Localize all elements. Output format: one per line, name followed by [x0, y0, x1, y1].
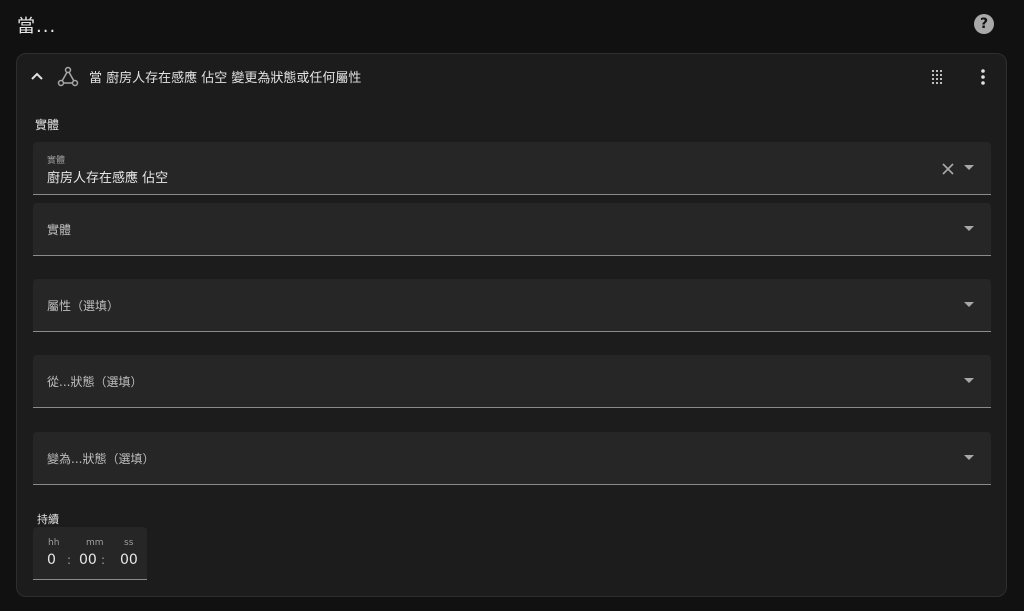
seconds-unit-label: ss [124, 538, 134, 548]
clear-icon[interactable] [941, 162, 955, 176]
entity-select-label: 實體 [47, 156, 66, 166]
dropdown-arrow-icon[interactable] [964, 455, 974, 460]
seconds-input[interactable]: 00 [120, 552, 138, 568]
time-separator: : [67, 553, 72, 567]
more-vertical-icon[interactable] [975, 68, 991, 86]
to-state-placeholder: 變為...狀態（選填） [47, 452, 155, 466]
time-separator: : [101, 553, 106, 567]
page-header: 當... ? [0, 0, 1024, 50]
minutes-unit-label: mm [86, 538, 104, 548]
from-state-select[interactable]: 從...狀態（選填） [33, 355, 991, 408]
entity-select[interactable]: 實體 廚房人存在感應 佔空 [33, 142, 991, 195]
dropdown-arrow-icon[interactable] [964, 226, 974, 231]
trigger-title: 當 廚房人存在感應 佔空 變更為狀態或任何屬性 [89, 71, 362, 86]
trigger-card: 當 廚房人存在感應 佔空 變更為狀態或任何屬性 實體 實體 廚房人存在感應 佔空… [16, 53, 1007, 597]
chevron-up-icon[interactable] [29, 68, 45, 84]
drag-handle-icon[interactable] [929, 68, 945, 84]
attribute-select[interactable]: 屬性（選填） [33, 279, 991, 332]
page-title: 當... [17, 16, 57, 37]
add-entity-select[interactable]: 實體 [33, 203, 991, 256]
minutes-input[interactable]: 00 [79, 552, 97, 568]
dropdown-arrow-icon[interactable] [964, 302, 974, 307]
duration-input[interactable]: hh mm ss 0 : 00 : 00 [33, 527, 147, 580]
attribute-placeholder: 屬性（選填） [47, 299, 120, 313]
duration-label: 持續 [37, 513, 59, 526]
state-trigger-icon [57, 66, 79, 87]
from-state-placeholder: 從...狀態（選填） [47, 375, 143, 389]
to-state-select[interactable]: 變為...狀態（選填） [33, 432, 991, 485]
dropdown-arrow-icon[interactable] [964, 378, 974, 383]
add-entity-placeholder: 實體 [47, 223, 72, 237]
trigger-card-header[interactable]: 當 廚房人存在感應 佔空 變更為狀態或任何屬性 [17, 54, 1006, 100]
entity-section-label: 實體 [35, 118, 60, 132]
hours-input[interactable]: 0 [47, 552, 56, 568]
hours-unit-label: hh [48, 538, 60, 548]
help-circle-icon[interactable]: ? [974, 14, 994, 34]
entity-select-value: 廚房人存在感應 佔空 [47, 171, 169, 186]
dropdown-arrow-icon[interactable] [964, 165, 974, 170]
